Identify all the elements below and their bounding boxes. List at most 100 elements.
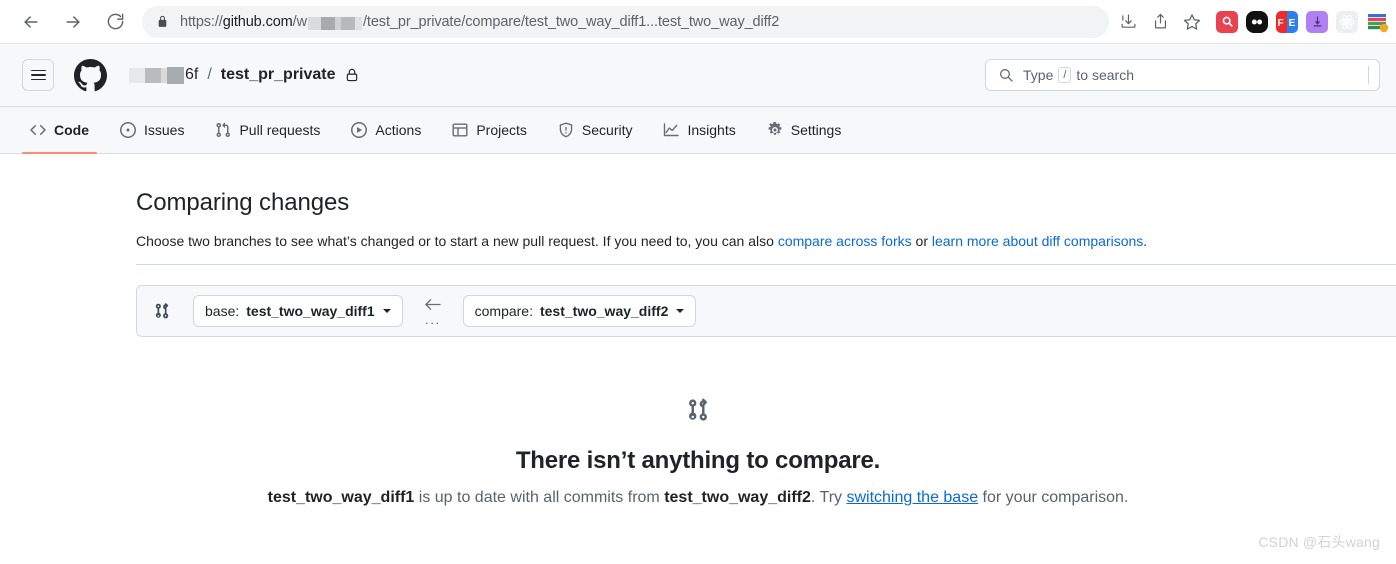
empty-base-branch: test_two_way_diff1 [267,489,415,506]
chevron-down-icon [382,309,391,313]
watermark: CSDN @石头wang [1258,534,1380,550]
empty-state-icon [0,397,1396,423]
play-icon [351,122,368,138]
shield-icon [558,122,574,138]
tab-security-label: Security [581,122,633,138]
url-host: github.com [222,13,293,30]
empty-compare-branch: test_two_way_diff2 [664,489,811,506]
share-icon[interactable] [1145,7,1175,37]
url-path: /test_pr_private/compare/test_two_way_di… [362,13,780,30]
empty-state-subtitle: test_two_way_diff1 is up to date with al… [0,489,1396,507]
search-icon [998,67,1014,83]
empty-sentence-end: for your comparison. [978,489,1129,506]
tab-security[interactable]: Security [550,107,641,153]
main-content: Comparing changes Choose two branches to… [0,154,1396,507]
empty-sentence-try: . Try [810,489,847,506]
breadcrumb-separator: / [207,66,212,83]
breadcrumb: 6f / test_pr_private [129,66,359,84]
description-mid: or [911,233,932,249]
slash-key-badge: / [1058,67,1072,83]
lock-icon [156,15,169,28]
empty-sentence-mid: is up to date with all commits from [414,489,665,506]
react-extension-icon[interactable] [1336,10,1358,33]
tab-issues[interactable]: Issues [112,107,192,153]
page-root: https://github.com/w/test_pr_private/com… [0,0,1396,564]
tab-pull-requests-label: Pull requests [239,122,321,138]
github-logo-icon[interactable] [74,58,107,92]
url-redacted-owner [307,15,362,30]
browser-toolbar: https://github.com/w/test_pr_private/com… [0,0,1396,44]
search-area: Type / to search [985,59,1380,91]
base-branch-name: test_two_way_diff1 [246,303,375,319]
repo-navigation: Code Issues Pull requests Actions Projec… [0,107,1396,154]
description-end: . [1143,233,1148,249]
tab-code[interactable]: Code [22,107,97,154]
url-text: https://github.com/w/test_pr_private/com… [180,14,779,30]
svg-text:E: E [1289,18,1296,29]
omnibox-actions [1113,7,1207,37]
search-placeholder: Type / to search [1023,67,1134,83]
svg-text:F: F [1277,18,1283,29]
github-header: 6f / test_pr_private Type / to search [0,44,1396,107]
issue-opened-icon [120,122,136,138]
direction-arrow: ··· [422,297,444,329]
search-input[interactable]: Type / to search [985,59,1380,91]
page-description-text: Choose two branches to see what’s change… [136,233,778,249]
table-icon [452,122,468,138]
forward-button[interactable] [56,5,90,39]
code-icon [30,122,46,138]
repo-name-link[interactable]: test_pr_private [221,66,336,84]
tab-pull-requests[interactable]: Pull requests [207,107,328,153]
download-icon[interactable] [1113,7,1143,37]
divider [136,264,1396,265]
extension-icons: FE [1216,10,1388,33]
owner-visible-tail: 6f [185,66,199,83]
address-bar[interactable]: https://github.com/w/test_pr_private/com… [142,5,1109,38]
tab-settings-label: Settings [790,122,842,138]
tab-insights-label: Insights [687,122,736,138]
arrow-left-icon [423,297,442,317]
git-compare-icon [153,302,171,320]
misc-extension-icon[interactable] [1366,10,1388,33]
empty-state-title: There isn’t anything to compare. [515,447,881,474]
download-extension-icon[interactable] [1306,10,1328,33]
reload-button[interactable] [98,5,132,39]
page-description: Choose two branches to see what’s change… [136,231,1396,252]
content-container: Comparing changes Choose two branches to… [0,154,1396,337]
base-prefix-label: base: [205,303,240,319]
switching-the-base-link[interactable]: switching the base [846,489,978,506]
tab-actions-label: Actions [375,122,422,138]
compare-across-forks-link[interactable]: compare across forks [778,233,912,249]
learn-more-diff-link[interactable]: learn more about diff comparisons [932,233,1143,249]
page-title: Comparing changes [136,189,350,216]
compare-prefix-label: compare: [474,303,533,319]
back-button[interactable] [14,5,48,39]
chevron-down-icon [676,309,685,313]
tab-insights[interactable]: Insights [655,107,743,153]
gear-icon [767,122,783,138]
tab-issues-label: Issues [144,122,185,138]
dots-extension-icon[interactable] [1246,10,1268,33]
tab-projects-label: Projects [476,122,527,138]
search-placeholder-post: to search [1076,67,1135,83]
url-scheme: https:// [180,13,223,30]
star-icon[interactable] [1177,7,1207,37]
search-divider [1368,66,1369,84]
compare-branch-name: test_two_way_diff2 [539,303,669,319]
tab-settings[interactable]: Settings [759,107,850,153]
search-placeholder-pre: Type [1023,67,1054,83]
private-lock-icon [345,68,359,82]
search-extension-icon[interactable] [1216,10,1238,33]
tab-code-label: Code [54,122,89,138]
graph-icon [663,122,680,138]
tab-actions[interactable]: Actions [343,107,429,153]
tab-projects[interactable]: Projects [444,107,535,153]
compare-branch-dropdown[interactable]: compare: test_two_way_diff2 [462,295,697,327]
url-owner-prefix: /w [292,13,307,30]
empty-state: There isn’t anything to compare. test_tw… [0,337,1396,507]
fe-extension-icon[interactable]: FE [1276,10,1298,33]
menu-button[interactable] [22,59,54,91]
owner-redacted[interactable] [129,66,184,84]
base-branch-dropdown[interactable]: base: test_two_way_diff1 [193,295,403,327]
branch-selector-bar: base: test_two_way_diff1 ··· compare: te… [136,285,1396,337]
